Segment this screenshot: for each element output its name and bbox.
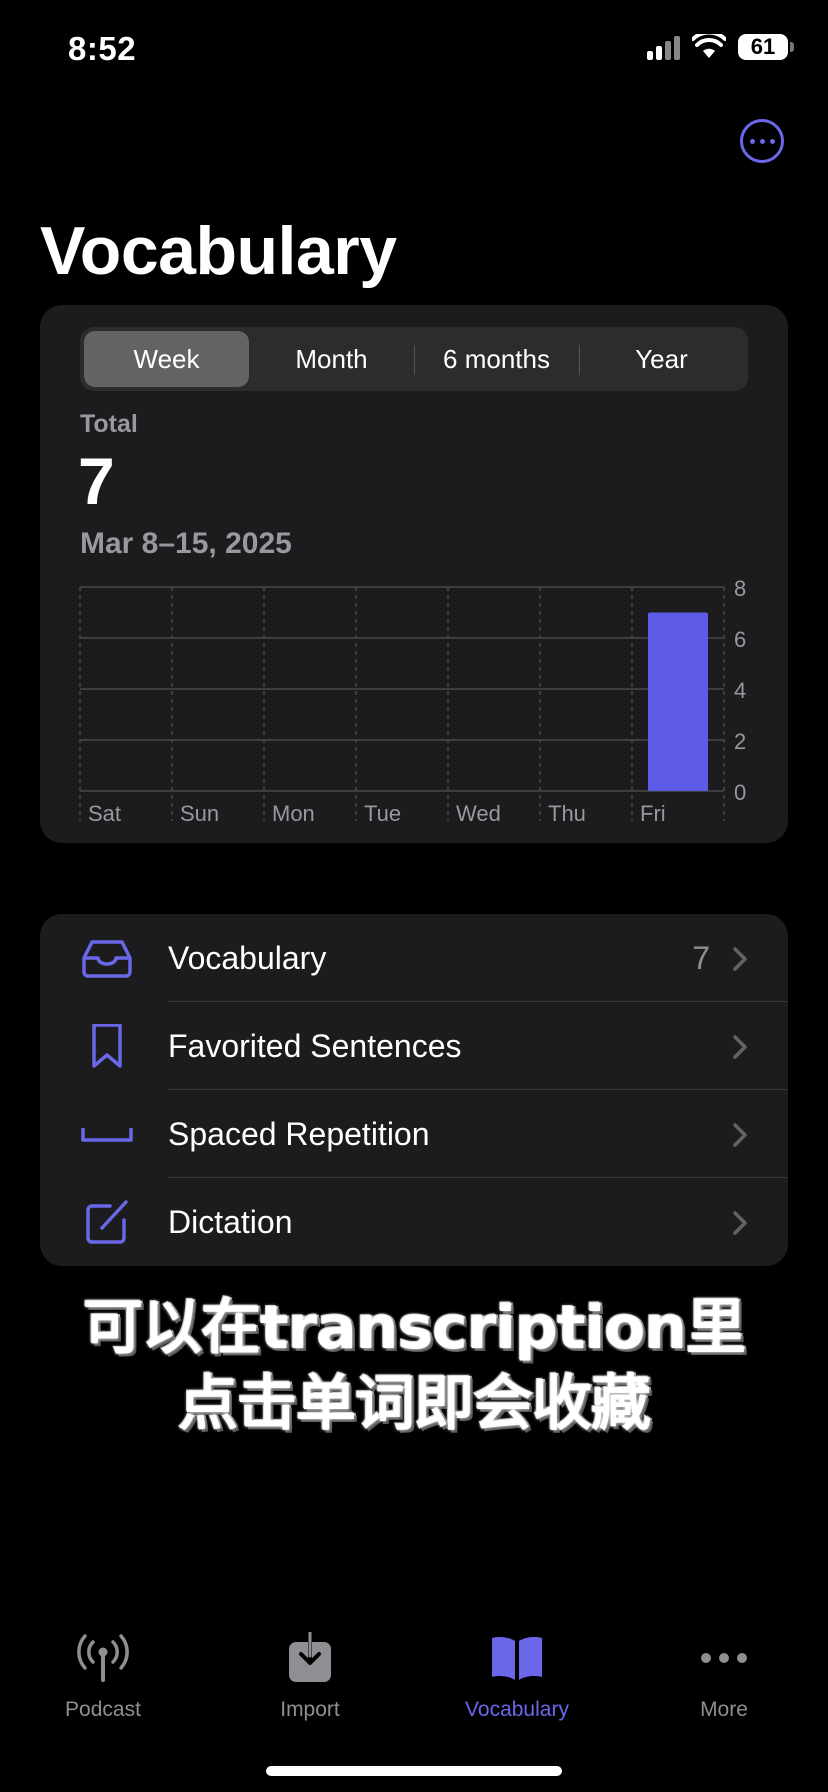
list-item-count: 7: [692, 939, 710, 976]
bracket-icon: [81, 1128, 133, 1142]
list-item-label: Vocabulary: [168, 939, 327, 976]
chart-y-tick-label: 0: [734, 780, 746, 805]
segment-6-months[interactable]: 6 months: [414, 331, 579, 387]
list-item-spaced-repetition[interactable]: Spaced Repetition: [40, 1090, 788, 1178]
total-label: Total: [80, 410, 138, 438]
tab-label: More: [700, 1698, 748, 1721]
list-item-label: Spaced Repetition: [168, 1115, 430, 1152]
ellipsis-icon: [701, 1653, 747, 1663]
vocabulary-menu-list: Vocabulary 7 Favorited Sentences Spaced …: [40, 914, 788, 1266]
chevron-right-icon: [733, 1035, 747, 1059]
chart-x-tick-label: Mon: [272, 801, 315, 826]
ellipsis-circle-icon: [749, 138, 755, 144]
segment-month[interactable]: Month: [249, 331, 414, 387]
chart-y-tick-label: 2: [734, 729, 746, 754]
tab-label: Import: [280, 1698, 340, 1721]
chevron-right-icon: [733, 1211, 747, 1235]
chart-x-tick-label: Wed: [456, 801, 501, 826]
tab-import[interactable]: Import: [230, 1632, 390, 1722]
status-time: 8:52: [68, 30, 137, 67]
chart-x-tick-label: Sun: [180, 801, 219, 826]
tab-more[interactable]: More: [644, 1632, 804, 1722]
chart-x-tick-label: Thu: [548, 801, 586, 826]
cellular-signal-icon: [647, 34, 680, 60]
tab-label: Vocabulary: [465, 1698, 569, 1721]
caption-line-2: 点击单词即会收藏: [178, 1369, 651, 1439]
tab-label: Podcast: [65, 1698, 141, 1721]
stats-card: Week Month 6 months Year Total 7 Mar 8–1…: [40, 305, 788, 843]
chart-x-tick-label: Fri: [640, 801, 666, 826]
list-item-dictation[interactable]: Dictation: [40, 1178, 788, 1266]
page-title: Vocabulary: [40, 213, 397, 289]
tab-vocabulary[interactable]: Vocabulary: [437, 1632, 597, 1722]
chevron-right-icon: [733, 1123, 747, 1147]
list-item-vocabulary[interactable]: Vocabulary 7: [40, 914, 788, 1002]
weekly-bar-chart: 0 2 4 6 8 Sat Sun Mon Tue Wed Thu Fri: [79, 576, 746, 826]
chart-x-tick-label: Sat: [88, 801, 121, 826]
tray-icon: [82, 940, 132, 978]
home-indicator: [266, 1766, 562, 1776]
pencil-square-icon: [86, 1200, 128, 1244]
chevron-right-icon: [733, 947, 747, 971]
caption-line-1: 可以在transcription里: [82, 1293, 746, 1363]
list-item-favorited-sentences[interactable]: Favorited Sentences: [40, 1002, 788, 1090]
battery-icon: 61: [738, 34, 794, 60]
tab-podcast[interactable]: Podcast: [23, 1632, 183, 1722]
wifi-icon: [692, 34, 726, 58]
segment-year[interactable]: Year: [579, 331, 744, 387]
bookmark-icon: [92, 1024, 122, 1068]
import-tray-icon: [289, 1632, 331, 1682]
period-segmented-control: Week Month 6 months Year: [80, 327, 748, 391]
more-options-button[interactable]: [740, 119, 784, 163]
list-item-label: Dictation: [168, 1203, 293, 1240]
chart-y-tick-label: 8: [734, 576, 746, 601]
date-range: Mar 8–15, 2025: [80, 527, 292, 560]
book-icon: [492, 1637, 542, 1680]
status-icons: 61: [647, 34, 794, 60]
list-item-label: Favorited Sentences: [168, 1027, 462, 1064]
antenna-icon: [77, 1634, 129, 1682]
chart-bar: [648, 612, 708, 791]
total-value: 7: [78, 444, 115, 518]
chart-x-tick-label: Tue: [364, 801, 401, 826]
segment-week[interactable]: Week: [84, 331, 249, 387]
chart-y-tick-label: 4: [734, 678, 746, 703]
chart-y-tick-label: 6: [734, 627, 746, 652]
